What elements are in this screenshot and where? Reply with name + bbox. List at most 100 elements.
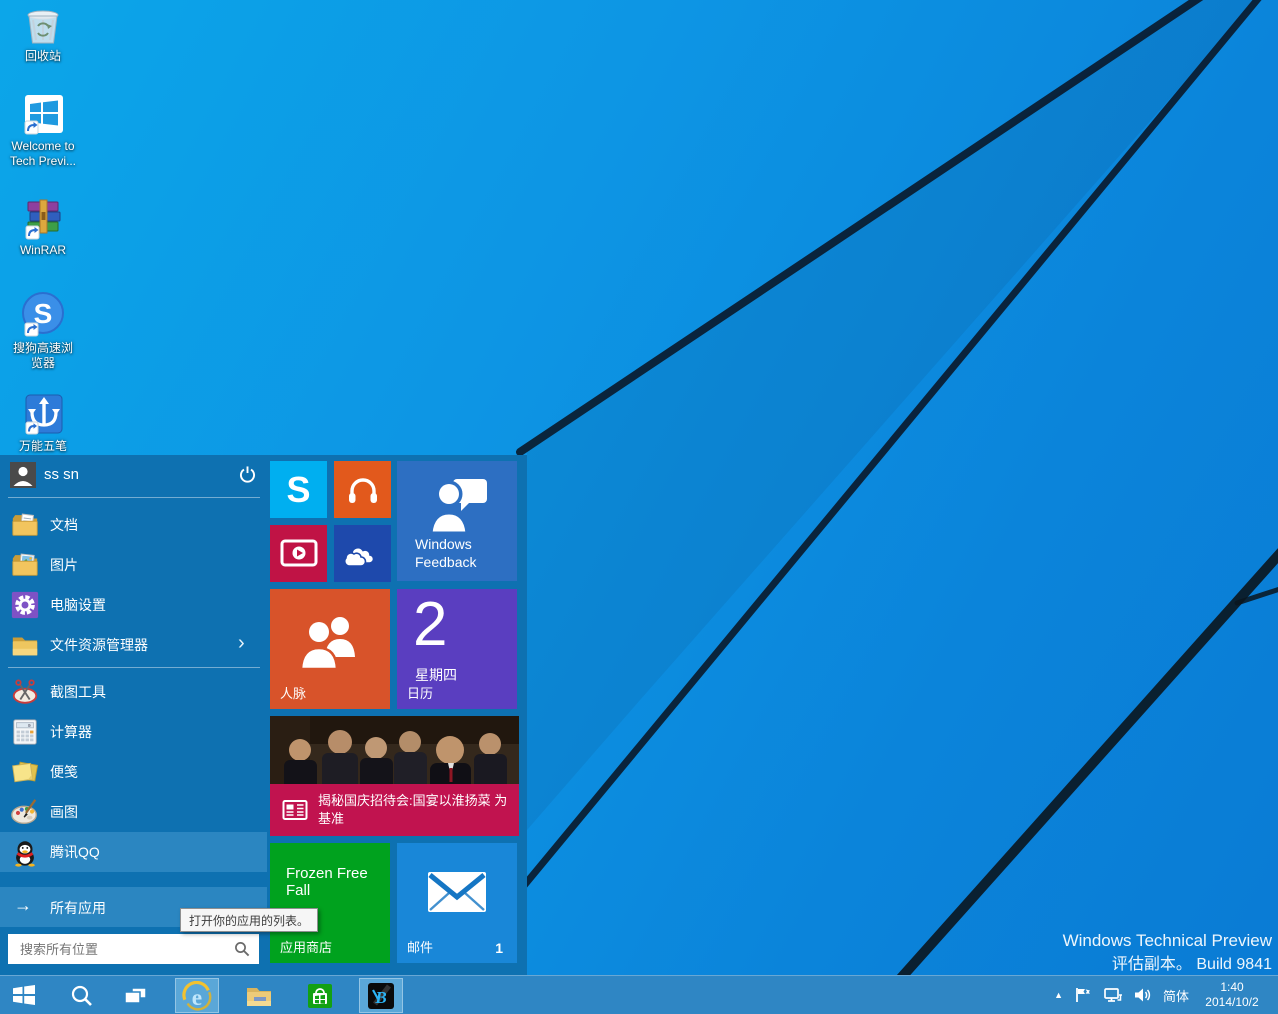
mail-unread-badge: 1 <box>495 940 503 956</box>
power-icon <box>238 465 257 484</box>
menu-divider <box>8 497 260 498</box>
taskbar-task-view-button[interactable] <box>113 978 157 1013</box>
taskbar-clock[interactable]: 1:40 2014/10/2 <box>1200 980 1264 1010</box>
calculator-icon: 0 <box>10 717 40 747</box>
task-view-icon <box>122 984 148 1008</box>
paint-palette-icon <box>10 797 40 827</box>
calendar-weekday: 星期四 <box>415 665 457 685</box>
tile-store[interactable]: Frozen Free Fall 应用商店 <box>270 843 390 963</box>
taskbar-search-button[interactable] <box>60 978 104 1013</box>
sidebar-item-label: 文档 <box>50 515 78 535</box>
desktop-icon-label: 搜狗高速浏览器 <box>11 341 75 371</box>
taskbar-file-explorer[interactable] <box>237 978 281 1013</box>
desktop-icon-label: WinRAR <box>20 243 66 258</box>
sidebar-item-label: 图片 <box>50 555 78 575</box>
people-icon <box>297 615 361 669</box>
sidebar-item-label: 便笺 <box>50 762 78 782</box>
sidebar-item-label: 计算器 <box>50 722 92 742</box>
desktop-icon-recycle-bin[interactable]: 回收站 <box>0 2 86 64</box>
arrow-right-icon: → <box>14 895 32 916</box>
sogou-browser-icon: S <box>19 290 67 338</box>
taskbar-store-button[interactable] <box>298 978 342 1013</box>
watermark-line2: 评估副本。 Build 9841 <box>1063 953 1272 976</box>
sidebar-item-label: 截图工具 <box>50 682 106 702</box>
tile-mail[interactable]: 邮件 1 <box>397 843 517 963</box>
ime-indicator[interactable]: 简体 <box>1163 986 1189 1005</box>
sidebar-item-paint[interactable]: 画图 <box>0 792 267 832</box>
network-icon[interactable] <box>1103 987 1123 1003</box>
system-tray: ▲ 简体 1:40 2014/10/2 <box>1054 980 1278 1010</box>
store-icon <box>307 983 333 1009</box>
video-icon <box>280 539 318 569</box>
sidebar-item-pc-settings[interactable]: 电脑设置 <box>0 585 267 625</box>
search-input[interactable] <box>18 941 234 958</box>
tile-label: 应用商店 <box>280 937 332 956</box>
start-button[interactable] <box>0 976 48 1014</box>
clock-date: 2014/10/2 <box>1200 995 1264 1010</box>
snipping-tool-icon <box>10 677 40 707</box>
clock-time: 1:40 <box>1200 980 1264 995</box>
pictures-folder-icon <box>10 550 40 580</box>
calendar-day: 2 <box>413 589 447 660</box>
sidebar-item-sticky-notes[interactable]: 便笺 <box>0 752 267 792</box>
tile-people[interactable]: 人脉 <box>270 589 390 709</box>
store-app-title: Frozen Free Fall <box>286 865 390 899</box>
desktop-icon-label: 万能五笔 <box>19 439 67 454</box>
tile-news[interactable]: 揭秘国庆招待会:国宴以淮扬菜 为基准 <box>270 716 519 836</box>
desktop-icon-label: Welcome to Tech Previ... <box>2 139 84 169</box>
desktop-icon-winrar[interactable]: WinRAR <box>0 196 86 258</box>
desktop-icon-sogou-browser[interactable]: S 搜狗高速浏览器 <box>0 290 86 371</box>
all-apps-label: 所有应用 <box>50 898 106 918</box>
news-headline: 揭秘国庆招待会:国宴以淮扬菜 为基准 <box>318 792 508 828</box>
power-button[interactable] <box>234 461 260 487</box>
build-watermark: Windows Technical Preview 评估副本。 Build 98… <box>1063 929 1272 976</box>
tile-label: 邮件 <box>407 937 433 956</box>
tile-windows-feedback[interactable]: Windows Feedback <box>397 461 517 581</box>
file-explorer-icon <box>10 630 40 660</box>
volume-icon[interactable] <box>1134 987 1152 1003</box>
person-icon <box>10 462 36 488</box>
desktop-icon-wubi-input[interactable]: 万能五笔 <box>0 392 86 454</box>
mail-envelope-icon <box>427 871 487 913</box>
sidebar-item-label: 腾讯QQ <box>50 842 100 862</box>
menu-divider <box>8 667 260 668</box>
svg-text:0: 0 <box>28 723 31 729</box>
headphones-icon <box>344 471 382 509</box>
svg-text:e: e <box>192 984 202 1010</box>
desktop-icon-welcome-shortcut[interactable]: Welcome to Tech Previ... <box>0 92 86 169</box>
news-caption-bar: 揭秘国庆招待会:国宴以淮扬菜 为基准 <box>270 784 519 836</box>
tile-video[interactable] <box>270 525 327 582</box>
sticky-notes-icon <box>10 757 40 787</box>
tile-label: 人脉 <box>280 683 306 702</box>
tile-label: Windows Feedback <box>415 535 499 571</box>
desktop-icon-label: 回收站 <box>25 49 61 64</box>
user-name: ss sn <box>44 466 79 483</box>
user-avatar[interactable] <box>10 462 36 488</box>
sidebar-item-documents[interactable]: 文档 <box>0 505 267 545</box>
taskbar-pinned-app[interactable]: B <box>359 978 403 1013</box>
taskbar: e <box>0 975 1278 1014</box>
qq-penguin-icon <box>10 837 40 867</box>
gear-icon <box>10 590 40 620</box>
start-menu: ss sn 文档 <box>0 455 527 975</box>
internet-explorer-icon: e <box>182 981 212 1011</box>
show-hidden-icons-button[interactable]: ▲ <box>1054 990 1063 1000</box>
taskbar-internet-explorer[interactable]: e <box>175 978 219 1013</box>
tile-music[interactable] <box>334 461 391 518</box>
sidebar-item-calculator[interactable]: 0 计算器 <box>0 712 267 752</box>
action-center-flag-icon[interactable] <box>1074 987 1092 1003</box>
documents-folder-icon <box>10 510 40 540</box>
sidebar-item-pictures[interactable]: 图片 <box>0 545 267 585</box>
search-box <box>8 934 259 964</box>
sidebar-item-snipping-tool[interactable]: 截图工具 <box>0 672 267 712</box>
chevron-right-icon[interactable]: › <box>238 632 245 655</box>
windows-logo-icon <box>12 983 36 1007</box>
search-icon[interactable] <box>234 941 250 957</box>
sidebar-item-tencent-qq[interactable]: 腾讯QQ <box>0 832 267 872</box>
skype-icon: S <box>286 469 310 511</box>
windows-shortcut-icon <box>21 92 65 136</box>
tile-calendar[interactable]: 2 星期四 日历 <box>397 589 517 709</box>
tile-skype[interactable]: S <box>270 461 327 518</box>
sidebar-item-file-explorer[interactable]: 文件资源管理器 › <box>0 625 267 665</box>
tile-onedrive[interactable] <box>334 525 391 582</box>
